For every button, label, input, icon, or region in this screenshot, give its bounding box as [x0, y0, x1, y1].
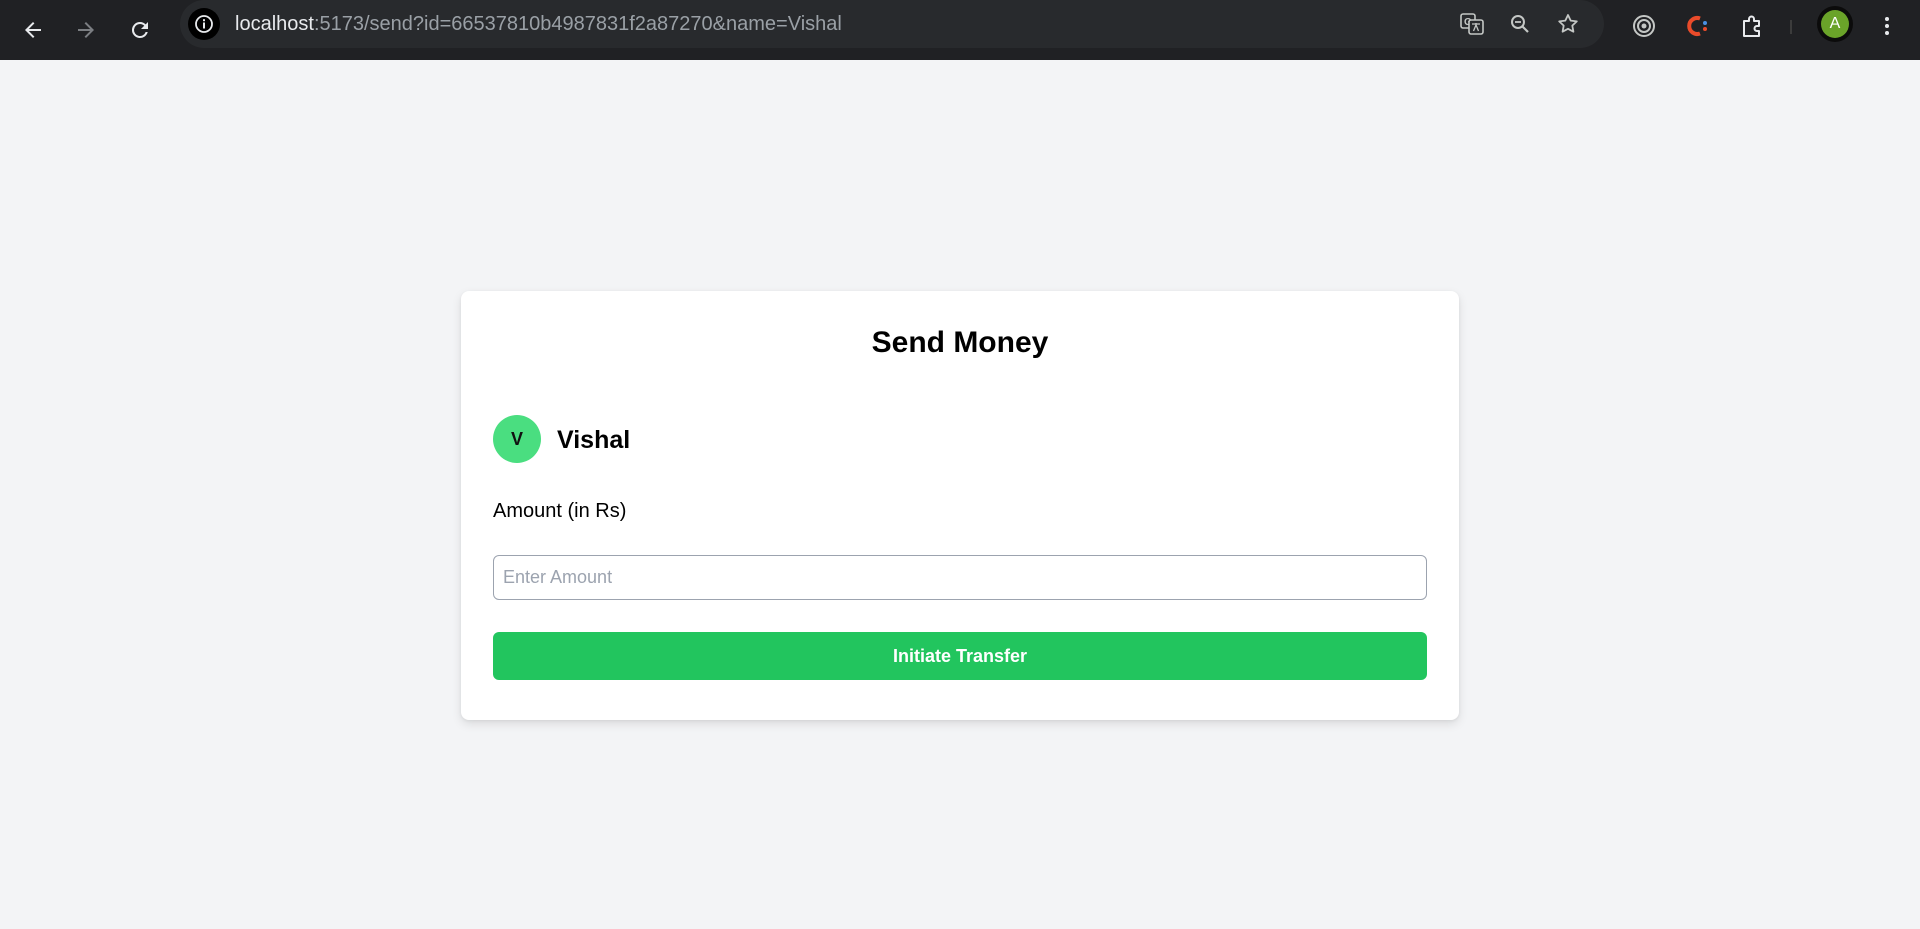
initiate-transfer-button[interactable]: Initiate Transfer: [493, 632, 1427, 680]
translate-button[interactable]: G: [1458, 10, 1486, 38]
extensions-button[interactable]: [1736, 10, 1768, 42]
address-bar[interactable]: localhost:5173/send?id=66537810b4987831f…: [180, 0, 1604, 48]
recipient-name: Vishal: [557, 426, 631, 454]
url-path: :5173/send?id=66537810b4987831f2a87270&n…: [313, 13, 842, 35]
page-title: Send Money: [871, 326, 1049, 359]
forward-button[interactable]: [66, 10, 106, 50]
arrow-right-icon: [78, 22, 94, 38]
amount-input[interactable]: [493, 555, 1427, 600]
zoom-button[interactable]: [1506, 10, 1534, 38]
send-money-card: Send Money V Vishal Amount (in Rs) Initi…: [461, 291, 1459, 720]
url-text[interactable]: localhost:5173/send?id=66537810b4987831f…: [235, 13, 842, 35]
browser-menu-button[interactable]: [1871, 10, 1903, 42]
arrow-left-icon: [25, 22, 41, 38]
reload-icon: [131, 21, 148, 38]
reload-button[interactable]: [120, 10, 160, 50]
bookmark-button[interactable]: [1554, 10, 1582, 38]
bookmark-star-icon: [1558, 14, 1578, 33]
back-button[interactable]: [13, 10, 53, 50]
profile-button[interactable]: A: [1817, 6, 1853, 42]
c-extension-icon: [1687, 16, 1707, 36]
amount-label: Amount (in Rs): [493, 500, 627, 522]
profile-avatar: A: [1821, 10, 1849, 38]
kebab-menu-icon: [1885, 17, 1889, 35]
puzzle-extensions-icon: [1743, 15, 1760, 37]
translate-icon: G: [1460, 13, 1484, 35]
recipient-avatar: V: [493, 415, 541, 463]
info-icon: [195, 15, 213, 33]
zoom-icon: [1511, 15, 1529, 33]
browser-toolbar: localhost:5173/send?id=66537810b4987831f…: [0, 0, 1920, 60]
toolbar-divider: [1790, 20, 1792, 34]
site-info-button[interactable]: [188, 8, 220, 40]
c-extension-button[interactable]: [1681, 10, 1713, 42]
target-extension-button[interactable]: [1628, 10, 1660, 42]
target-extension-icon: [1633, 15, 1655, 37]
url-host: localhost: [235, 13, 314, 35]
